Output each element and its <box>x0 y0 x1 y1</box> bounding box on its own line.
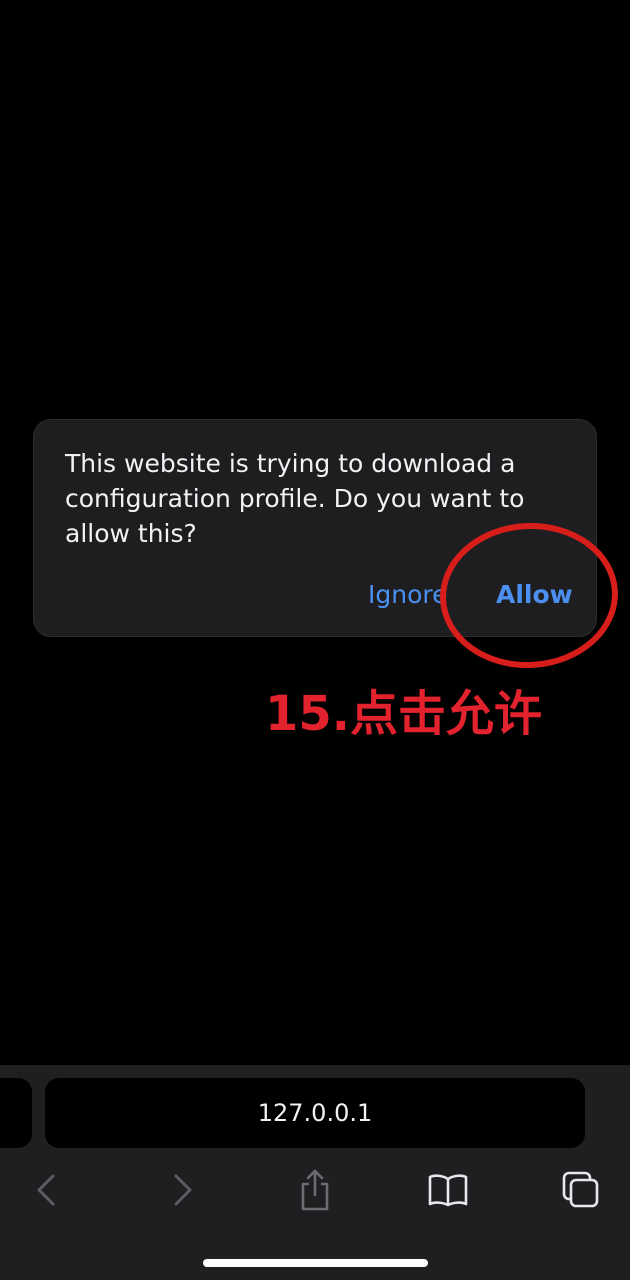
address-text: 127.0.0.1 <box>257 1099 373 1127</box>
annotation-text: 15.点击允许 <box>265 686 543 742</box>
forward-icon[interactable] <box>158 1165 208 1215</box>
ignore-button[interactable]: Ignore <box>368 577 448 613</box>
previous-tab-pill[interactable] <box>0 1078 32 1148</box>
back-icon[interactable] <box>21 1165 71 1215</box>
tabs-icon[interactable] <box>556 1165 606 1215</box>
bookmarks-icon[interactable] <box>423 1165 473 1215</box>
screen: This website is trying to download a con… <box>0 0 630 1280</box>
home-indicator[interactable] <box>203 1259 428 1267</box>
browser-toolbar: 127.0.0.1 <box>0 1065 630 1280</box>
address-bar[interactable]: 127.0.0.1 <box>45 1078 585 1148</box>
share-icon[interactable] <box>290 1165 340 1215</box>
